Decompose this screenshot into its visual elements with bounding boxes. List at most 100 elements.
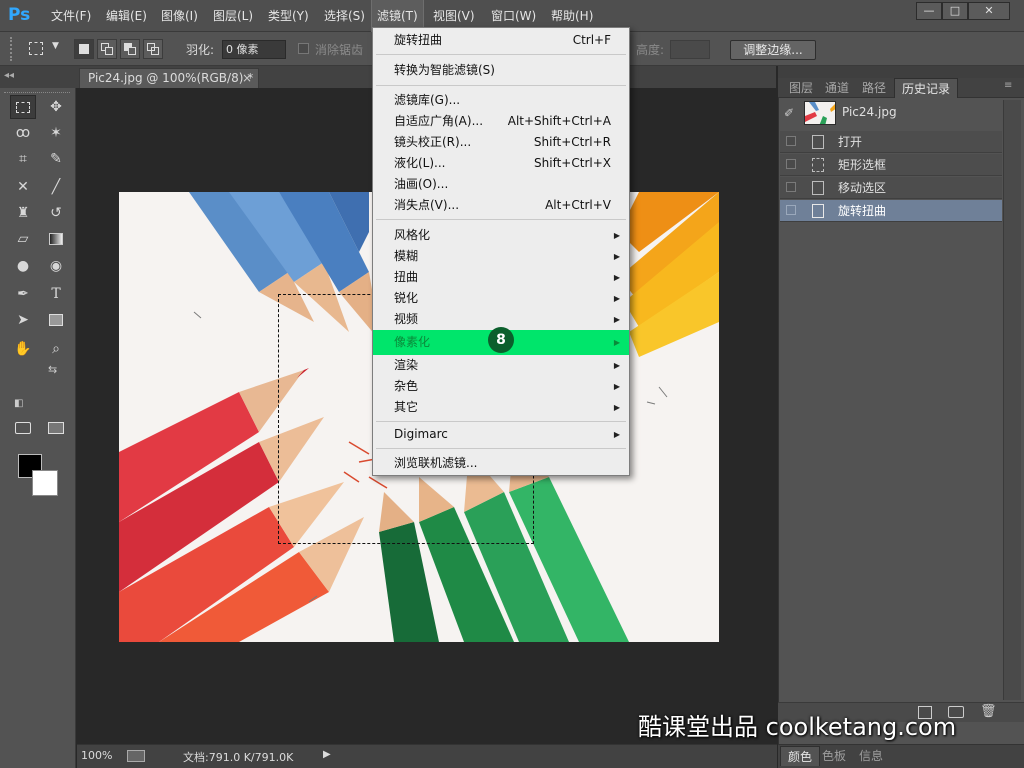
menu-item-convert-smart-filter[interactable]: 转换为智能滤镜(S): [373, 60, 629, 81]
menu-image[interactable]: 图像(I): [156, 0, 203, 32]
tab-info[interactable]: 信息: [852, 746, 890, 766]
add-selection-button[interactable]: [97, 39, 117, 59]
history-checkbox[interactable]: [786, 182, 796, 192]
panel-menu-icon[interactable]: ≡: [1004, 80, 1012, 91]
history-item-open[interactable]: 打开: [780, 131, 1002, 153]
menu-type[interactable]: 类型(Y): [263, 0, 314, 32]
tab-paths[interactable]: 路径: [855, 78, 893, 98]
tab-color[interactable]: 颜色: [780, 746, 821, 766]
document-tab[interactable]: Pic24.jpg @ 100%(RGB/8) * ×: [79, 68, 259, 88]
zoom-level[interactable]: 100%: [81, 749, 112, 762]
panel-scrollbar[interactable]: [1003, 100, 1021, 700]
tab-history[interactable]: 历史记录: [894, 78, 959, 98]
status-bar: 100% 文档:791.0 K/791.0K ▶: [77, 744, 777, 768]
maximize-button[interactable]: □: [942, 2, 968, 20]
feather-label: 羽化:: [186, 43, 215, 57]
menu-item-noise[interactable]: 杂色 ▶: [373, 376, 629, 397]
status-mode-icon: [127, 750, 145, 762]
refine-edge-button[interactable]: 调整边缘...: [730, 40, 816, 60]
default-colors-icon[interactable]: ◧: [14, 398, 26, 410]
submenu-arrow-icon: ▶: [613, 382, 620, 391]
panel-collapse-bar[interactable]: [778, 66, 1024, 78]
history-item-move-selection[interactable]: 移动选区: [780, 177, 1002, 199]
arrow-cursor-icon: ➤: [17, 312, 29, 328]
menu-edit[interactable]: 编辑(E): [101, 0, 152, 32]
gradient-tool[interactable]: [43, 227, 69, 251]
rectangular-marquee-tool[interactable]: [10, 95, 36, 119]
brush-tool[interactable]: ╱: [43, 175, 69, 199]
menu-item-liquify[interactable]: 液化(L)... Shift+Ctrl+X: [373, 153, 629, 174]
minimize-button[interactable]: —: [916, 2, 942, 20]
menu-item-oil-paint[interactable]: 油画(O)...: [373, 174, 629, 195]
eyedropper-icon: ✎: [50, 151, 62, 167]
crop-icon: ⌗: [19, 151, 27, 167]
submenu-arrow-icon: ▶: [613, 231, 620, 240]
close-button[interactable]: ✕: [968, 2, 1010, 20]
tab-channels[interactable]: 通道: [818, 78, 856, 98]
dodge-tool[interactable]: ◉: [43, 254, 69, 278]
menu-item-render[interactable]: 渲染 ▶: [373, 355, 629, 376]
lasso-tool[interactable]: ꝏ: [10, 121, 36, 145]
menu-item-distort[interactable]: 扭曲 ▶: [373, 267, 629, 288]
lasso-icon: ꝏ: [15, 125, 31, 141]
screen-mode-button[interactable]: [43, 416, 69, 440]
menu-select[interactable]: 选择(S): [319, 0, 370, 32]
new-selection-button[interactable]: [74, 39, 94, 59]
type-tool[interactable]: T: [43, 282, 69, 306]
menu-item-adaptive-wide-angle[interactable]: 自适应广角(A)... Alt+Shift+Ctrl+A: [373, 111, 629, 132]
menu-item-digimarc[interactable]: Digimarc ▶: [373, 424, 629, 445]
menu-item-sharpen[interactable]: 锐化 ▶: [373, 288, 629, 309]
intersect-selection-button[interactable]: [143, 39, 163, 59]
history-brush-icon: ↺: [50, 205, 62, 221]
history-checkbox[interactable]: [786, 159, 796, 169]
hand-tool[interactable]: ✋: [10, 337, 36, 361]
background-color-swatch[interactable]: [32, 470, 58, 496]
menu-item-other[interactable]: 其它 ▶: [373, 397, 629, 418]
tab-layers[interactable]: 图层: [782, 78, 820, 98]
stamp-icon: ♜: [16, 205, 30, 221]
trash-icon[interactable]: 🗑: [980, 704, 997, 719]
history-item-rect-marquee[interactable]: 矩形选框: [780, 154, 1002, 176]
menu-item-lens-correction[interactable]: 镜头校正(R)... Shift+Ctrl+R: [373, 132, 629, 153]
rectangle-tool[interactable]: [43, 308, 69, 332]
antialias-checkbox[interactable]: [298, 43, 309, 54]
swap-colors-icon[interactable]: ⇆: [48, 363, 60, 376]
height-input[interactable]: [670, 40, 710, 59]
menu-file[interactable]: 文件(F): [46, 0, 96, 32]
document-tab-title: Pic24.jpg @ 100%(RGB/8) *: [88, 71, 254, 85]
quick-mask-icon: [15, 422, 31, 434]
path-selection-tool[interactable]: ➤: [10, 308, 36, 332]
quick-mask-button[interactable]: [10, 416, 36, 440]
history-checkbox[interactable]: [786, 205, 796, 215]
menu-item-blur[interactable]: 模糊 ▶: [373, 246, 629, 267]
tab-swatches[interactable]: 色板: [815, 746, 853, 766]
menu-item-vanishing-point[interactable]: 消失点(V)... Alt+Ctrl+V: [373, 195, 629, 216]
collapse-toolbox-icon[interactable]: ◂◂: [4, 69, 20, 83]
tool-preset-picker[interactable]: ▼: [26, 39, 66, 59]
eyedropper-tool[interactable]: ✎: [43, 147, 69, 171]
history-brush-source-icon[interactable]: ✐: [784, 106, 800, 120]
subtract-selection-button[interactable]: [120, 39, 140, 59]
clone-stamp-tool[interactable]: ♜: [10, 201, 36, 225]
tab-close-icon[interactable]: ×: [242, 69, 252, 88]
crop-tool[interactable]: ⌗: [10, 147, 36, 171]
marquee-icon: [812, 158, 824, 172]
menu-item-filter-gallery[interactable]: 滤镜库(G)...: [373, 90, 629, 111]
magic-wand-tool[interactable]: ✶: [43, 121, 69, 145]
move-tool[interactable]: ✥: [43, 95, 69, 119]
eraser-tool[interactable]: ▱: [10, 227, 36, 251]
blur-tool[interactable]: ●: [10, 254, 36, 278]
menu-layer[interactable]: 图层(L): [208, 0, 258, 32]
menu-separator: [376, 448, 626, 449]
menu-item-stylize[interactable]: 风格化 ▶: [373, 225, 629, 246]
status-menu-arrow-icon[interactable]: ▶: [323, 749, 331, 760]
zoom-tool[interactable]: ⌕: [43, 337, 69, 361]
menu-item-browse-filters-online[interactable]: 浏览联机滤镜...: [373, 453, 629, 474]
history-checkbox[interactable]: [786, 136, 796, 146]
menu-item-last-filter[interactable]: 旋转扭曲 Ctrl+F: [373, 30, 629, 51]
history-item-twirl[interactable]: 旋转扭曲: [780, 200, 1002, 222]
pen-tool[interactable]: ✒: [10, 282, 36, 306]
history-brush-tool[interactable]: ↺: [43, 201, 69, 225]
healing-brush-tool[interactable]: ✕: [10, 175, 36, 199]
feather-input[interactable]: 0 像素: [222, 40, 286, 59]
